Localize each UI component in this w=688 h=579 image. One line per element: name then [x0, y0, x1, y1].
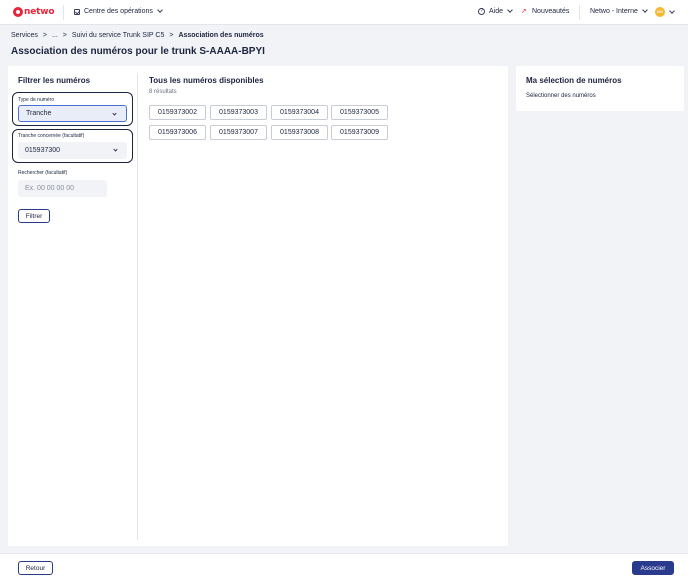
- number-chip[interactable]: 0159373006: [149, 125, 206, 140]
- breadcrumb-current: Association des numéros: [178, 32, 264, 39]
- breadcrumb-separator: >: [169, 32, 174, 39]
- chevron-down-icon: [669, 7, 675, 14]
- search-label: Rechercher (facultatif): [18, 170, 68, 176]
- top-bar: netwo Centre des opérations ? Aide ➚ Nou…: [0, 0, 688, 25]
- news-label: Nouveautés: [532, 8, 570, 15]
- number-chip[interactable]: 0159373009: [331, 125, 388, 140]
- number-chip[interactable]: 0159373007: [210, 125, 267, 140]
- tranche-label: Tranche concernée (facultatif): [18, 133, 85, 139]
- footer-bar: [0, 553, 688, 579]
- help-menu-label: Aide: [489, 8, 504, 15]
- selection-hint: Sélectionner des numéros: [526, 93, 596, 99]
- available-title: Tous les numéros disponibles: [149, 76, 264, 85]
- chevron-down-icon: [112, 111, 117, 116]
- avatar: NO: [655, 7, 665, 17]
- page-title: Association des numéros pour le trunk S-…: [11, 46, 265, 57]
- tranche-select[interactable]: 015937300: [18, 142, 127, 159]
- search-input[interactable]: Ex. 00 00 00 00: [18, 180, 107, 197]
- breadcrumb-separator: >: [42, 32, 47, 39]
- filter-button-label: Filtrer: [25, 212, 43, 220]
- filter-title: Filtrer les numéros: [18, 76, 91, 85]
- breadcrumb-separator: >: [62, 32, 67, 39]
- selection-panel: [516, 66, 684, 111]
- number-chip[interactable]: 0159373003: [210, 105, 267, 120]
- breadcrumb-ellipsis[interactable]: ...: [52, 32, 58, 39]
- chevron-down-icon: [157, 7, 163, 13]
- type-label: Type de numéro: [18, 97, 55, 103]
- chevron-down-icon: [507, 7, 513, 13]
- filter-button[interactable]: Filtrer: [18, 209, 50, 223]
- tranche-select-value: 015937300: [25, 147, 61, 154]
- breadcrumb-service[interactable]: Suivi du service Trunk SIP C5: [72, 32, 164, 39]
- logo-icon: [13, 7, 23, 17]
- operations-menu[interactable]: Centre des opérations: [74, 7, 163, 15]
- account-label: Netwo - Interne: [590, 8, 638, 15]
- help-menu[interactable]: ? Aide: [478, 7, 513, 15]
- divider: [579, 5, 580, 20]
- back-button[interactable]: Retour: [18, 561, 53, 575]
- number-chip[interactable]: 0159373005: [331, 105, 388, 120]
- chevron-down-icon: [113, 147, 118, 152]
- associate-button[interactable]: Associer: [632, 561, 674, 575]
- number-chip[interactable]: 0159373008: [271, 125, 328, 140]
- help-icon: ?: [478, 8, 485, 15]
- logo-text: netwo: [24, 7, 55, 17]
- clipboard-check-icon: [74, 8, 80, 15]
- account-menu[interactable]: Netwo - Interne: [590, 7, 648, 15]
- number-chip[interactable]: 0159373002: [149, 105, 206, 120]
- panel-divider: [137, 74, 138, 540]
- news-link[interactable]: ➚ Nouveautés: [521, 8, 569, 15]
- number-chip[interactable]: 0159373004: [271, 105, 328, 120]
- breadcrumb: Services > ... > Suivi du service Trunk …: [11, 32, 264, 39]
- operations-menu-label: Centre des opérations: [84, 8, 153, 15]
- divider: [63, 5, 64, 20]
- type-select[interactable]: Tranche: [18, 105, 127, 122]
- results-count: 8 résultats: [149, 89, 177, 95]
- back-button-label: Retour: [25, 564, 46, 572]
- selection-title: Ma sélection de numéros: [526, 76, 622, 85]
- type-select-value: Tranche: [26, 110, 52, 117]
- user-menu[interactable]: NO: [655, 7, 675, 17]
- netwo-logo[interactable]: netwo: [13, 7, 55, 17]
- associate-button-label: Associer: [640, 564, 666, 572]
- breadcrumb-services[interactable]: Services: [11, 32, 38, 39]
- rocket-icon: ➚: [521, 8, 527, 15]
- chevron-down-icon: [642, 7, 648, 13]
- search-placeholder: Ex. 00 00 00 00: [25, 185, 75, 192]
